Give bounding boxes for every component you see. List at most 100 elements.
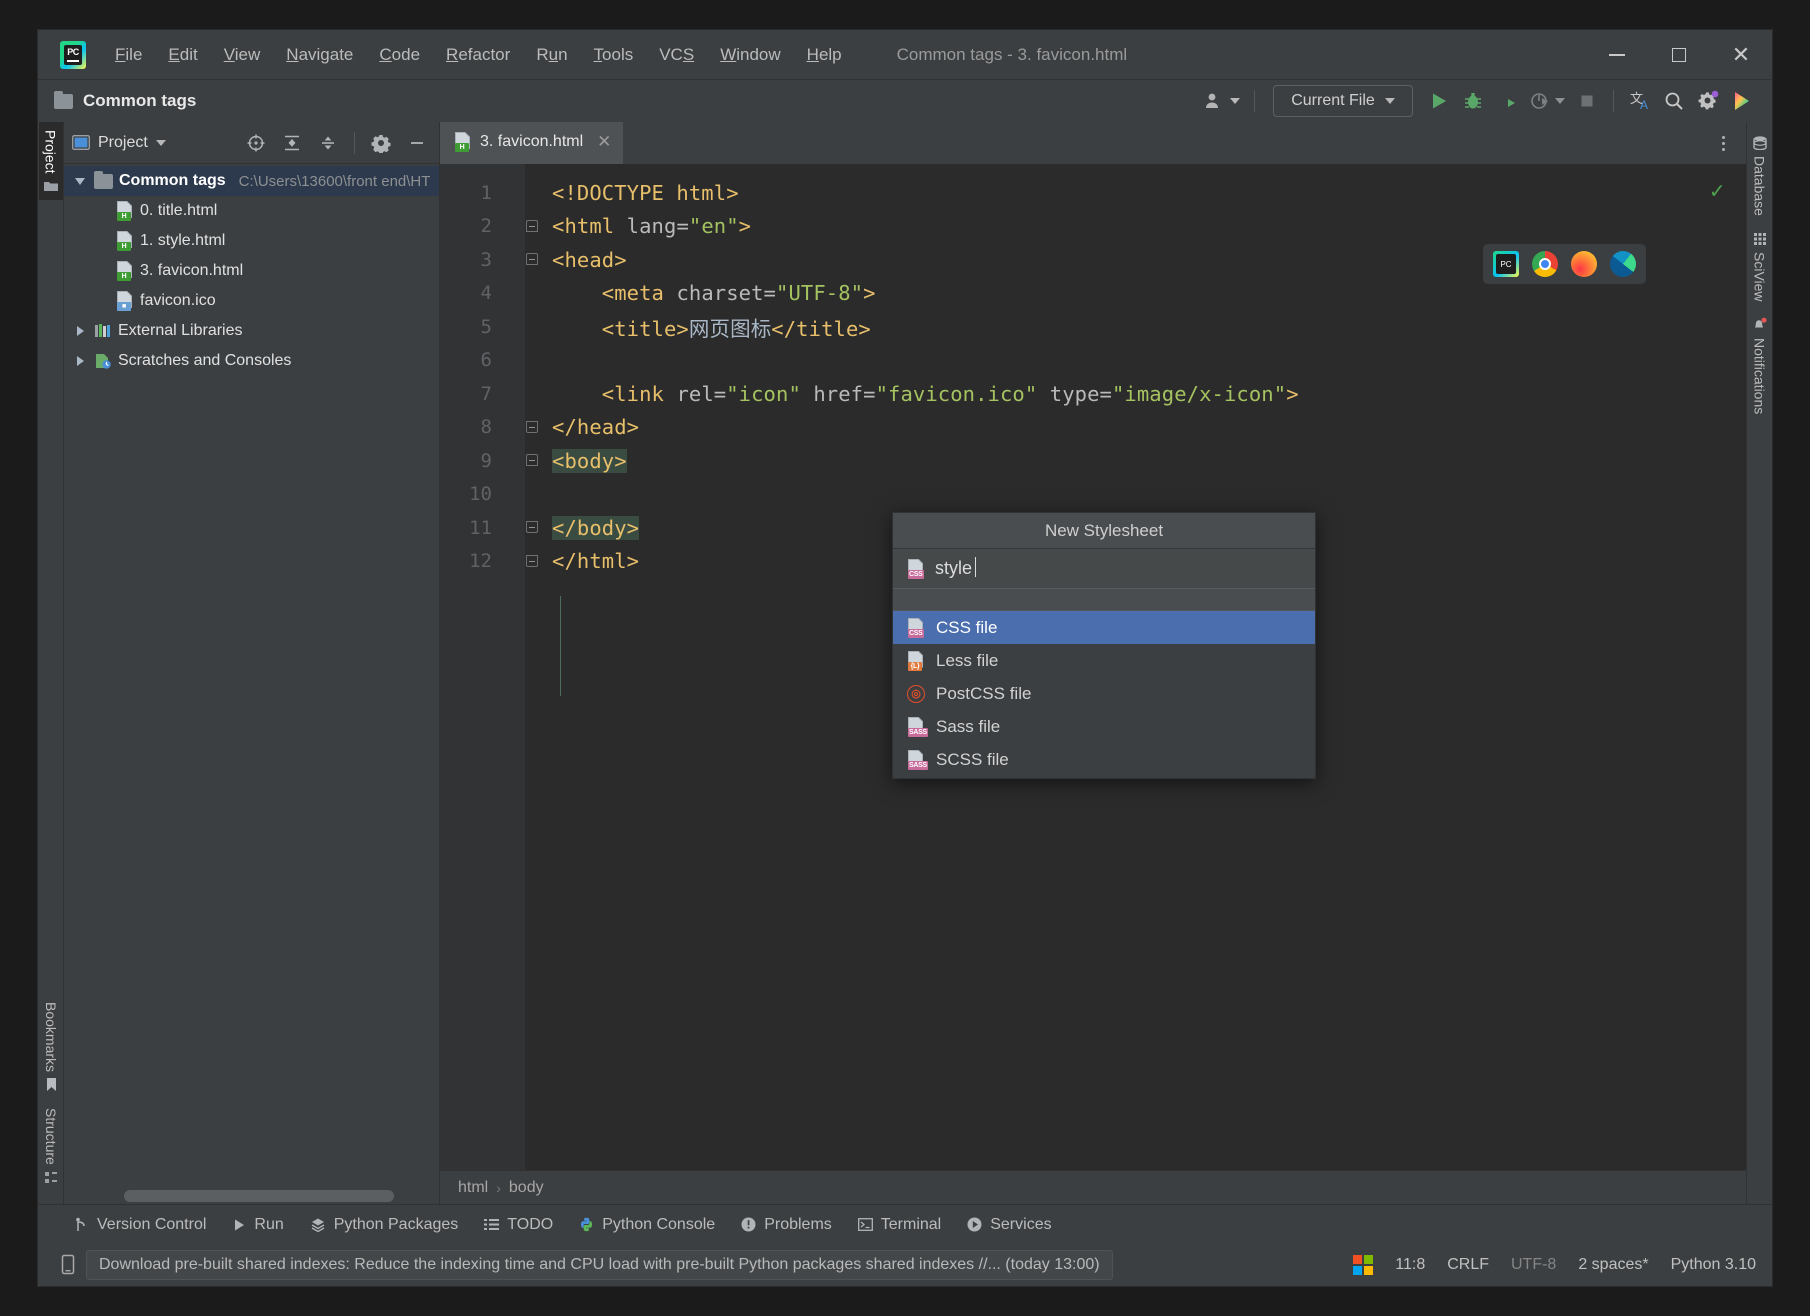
- minimize-button[interactable]: [1586, 30, 1648, 80]
- sidebar-item-database[interactable]: Database: [1748, 128, 1772, 224]
- breadcrumb-item-html[interactable]: html: [458, 1179, 488, 1197]
- chevron-down-icon[interactable]: [72, 177, 88, 185]
- user-account-icon[interactable]: [1199, 85, 1244, 117]
- open-in-chrome-icon[interactable]: [1532, 251, 1558, 277]
- tool-window-label: TODO: [507, 1215, 554, 1233]
- editor-options-menu-icon[interactable]: [1710, 122, 1736, 164]
- profiler-icon[interactable]: [1525, 85, 1569, 117]
- select-opened-file-icon[interactable]: [242, 129, 270, 157]
- menu-refactor[interactable]: Refactor: [433, 40, 523, 70]
- tree-node-scratches-and-consoles[interactable]: Scratches and Consoles: [64, 346, 439, 376]
- tree-node-favicon-html[interactable]: H 3. favicon.html: [64, 256, 439, 286]
- code-line: 7 <link rel="icon" href="favicon.ico" ty…: [440, 377, 1746, 411]
- close-tab-icon[interactable]: ✕: [597, 132, 611, 152]
- fold-marker-icon[interactable]: [524, 419, 540, 435]
- editor-tab-strip: H 3. favicon.html ✕: [440, 122, 1746, 164]
- tool-window-todo[interactable]: TODO: [471, 1211, 566, 1239]
- toolbar-project-name[interactable]: Common tags: [83, 91, 196, 111]
- tool-window-python-packages[interactable]: Python Packages: [297, 1211, 472, 1239]
- fold-marker-icon[interactable]: [524, 519, 540, 535]
- windows-logo-icon[interactable]: [1353, 1255, 1374, 1275]
- menu-view[interactable]: View: [211, 40, 274, 70]
- popup-option-postcss-file[interactable]: ◎ PostCSS file: [893, 677, 1315, 710]
- sidebar-item-bookmarks-label: Bookmarks: [43, 1002, 59, 1073]
- popup-option-scss-file[interactable]: SASS SCSS file: [893, 743, 1315, 776]
- file-encoding[interactable]: UTF-8: [1511, 1256, 1556, 1274]
- settings-icon[interactable]: [1692, 85, 1724, 117]
- open-in-edge-icon[interactable]: [1610, 251, 1636, 277]
- maximize-button[interactable]: [1648, 30, 1710, 80]
- breadcrumb-item-body[interactable]: body: [509, 1179, 544, 1197]
- new-file-name-input[interactable]: CSS style: [893, 549, 1315, 589]
- settings-gear-icon[interactable]: [367, 129, 395, 157]
- menu-file[interactable]: File: [102, 40, 155, 70]
- inspection-ok-checkmark-icon[interactable]: ✓: [1710, 178, 1724, 204]
- open-in-pycharm-browser-icon[interactable]: [1493, 251, 1519, 277]
- popup-title: New Stylesheet: [893, 513, 1315, 549]
- terminal-icon: [857, 1217, 873, 1232]
- tool-window-python-console[interactable]: Python Console: [566, 1211, 728, 1239]
- expand-all-icon[interactable]: [278, 129, 306, 157]
- open-in-firefox-icon[interactable]: [1571, 251, 1597, 277]
- ide-assistant-icon[interactable]: [1726, 85, 1758, 117]
- editor-area: H 3. favicon.html ✕ 1 <!DOCTYPE html> 2 …: [440, 122, 1746, 1204]
- chevron-right-icon[interactable]: [72, 326, 88, 336]
- chevron-down-icon[interactable]: [155, 139, 166, 146]
- sidebar-item-notifications[interactable]: Notifications: [1748, 309, 1772, 422]
- project-tree-horizontal-scrollbar[interactable]: [124, 1190, 394, 1202]
- code-editor[interactable]: 1 <!DOCTYPE html> 2 <html lang="en"> 3 <…: [440, 164, 1746, 1170]
- collapse-all-icon[interactable]: [314, 129, 342, 157]
- tree-node-favicon-ico[interactable]: ■ favicon.ico: [64, 286, 439, 316]
- run-icon[interactable]: [1423, 85, 1455, 117]
- tool-window-services[interactable]: Services: [954, 1211, 1064, 1239]
- project-window-icon: [72, 135, 90, 150]
- menu-vcs[interactable]: VCS: [646, 40, 707, 70]
- line-separator[interactable]: CRLF: [1447, 1256, 1489, 1274]
- tree-node-style-html[interactable]: H 1. style.html: [64, 226, 439, 256]
- sidebar-item-sciview[interactable]: SciView: [1748, 224, 1772, 310]
- menu-edit[interactable]: Edit: [155, 40, 210, 70]
- popup-option-css-file[interactable]: CSS CSS file: [893, 611, 1315, 644]
- popup-option-less-file[interactable]: {L} Less file: [893, 644, 1315, 677]
- chevron-right-icon[interactable]: [72, 356, 88, 366]
- libraries-icon: [94, 323, 112, 339]
- tool-window-version-control[interactable]: Version Control: [60, 1211, 219, 1239]
- project-panel-title: Project: [98, 133, 148, 151]
- menu-run[interactable]: Run: [523, 40, 580, 70]
- sidebar-item-project[interactable]: Project: [38, 122, 63, 200]
- shared-indexes-notification[interactable]: Download pre-built shared indexes: Reduc…: [86, 1250, 1113, 1280]
- menu-navigate[interactable]: Navigate: [273, 40, 366, 70]
- fold-marker-icon[interactable]: [524, 218, 540, 234]
- debug-icon[interactable]: [1457, 85, 1489, 117]
- run-configuration-selector[interactable]: Current File: [1273, 85, 1413, 117]
- stop-icon[interactable]: [1571, 85, 1603, 117]
- tool-window-problems[interactable]: Problems: [728, 1211, 845, 1239]
- ide-notification-icon[interactable]: [58, 1254, 78, 1276]
- fold-marker-icon[interactable]: [524, 251, 540, 267]
- hide-panel-icon[interactable]: [403, 129, 431, 157]
- fold-marker-icon[interactable]: [524, 553, 540, 569]
- postcss-file-icon: ◎: [907, 684, 925, 703]
- editor-tab-favicon-html[interactable]: H 3. favicon.html ✕: [440, 122, 624, 164]
- fold-marker-icon[interactable]: [524, 452, 540, 468]
- caret-position[interactable]: 11:8: [1395, 1256, 1425, 1274]
- sidebar-item-structure[interactable]: Structure: [39, 1100, 63, 1192]
- menu-help[interactable]: Help: [794, 40, 855, 70]
- sidebar-item-bookmarks[interactable]: Bookmarks: [39, 994, 63, 1100]
- tool-window-run[interactable]: Run: [219, 1211, 296, 1239]
- run-coverage-icon[interactable]: [1491, 85, 1523, 117]
- popup-option-sass-file[interactable]: SASS Sass file: [893, 710, 1315, 743]
- menu-tools[interactable]: Tools: [581, 40, 647, 70]
- tool-window-bar: Version Control Run Python Packages TODO…: [38, 1204, 1772, 1244]
- tree-node-title-html[interactable]: H 0. title.html: [64, 196, 439, 226]
- close-button[interactable]: ✕: [1710, 30, 1772, 80]
- indent-setting[interactable]: 2 spaces*: [1578, 1256, 1648, 1274]
- tree-node-common-tags[interactable]: Common tags C:\Users\13600\front end\HT: [64, 166, 439, 196]
- tool-window-terminal[interactable]: Terminal: [845, 1211, 954, 1239]
- search-everywhere-icon[interactable]: [1658, 85, 1690, 117]
- menu-code[interactable]: Code: [366, 40, 433, 70]
- tree-node-external-libraries[interactable]: External Libraries: [64, 316, 439, 346]
- menu-window[interactable]: Window: [707, 40, 793, 70]
- python-interpreter[interactable]: Python 3.10: [1671, 1256, 1756, 1274]
- translate-icon[interactable]: 文 A: [1624, 85, 1656, 117]
